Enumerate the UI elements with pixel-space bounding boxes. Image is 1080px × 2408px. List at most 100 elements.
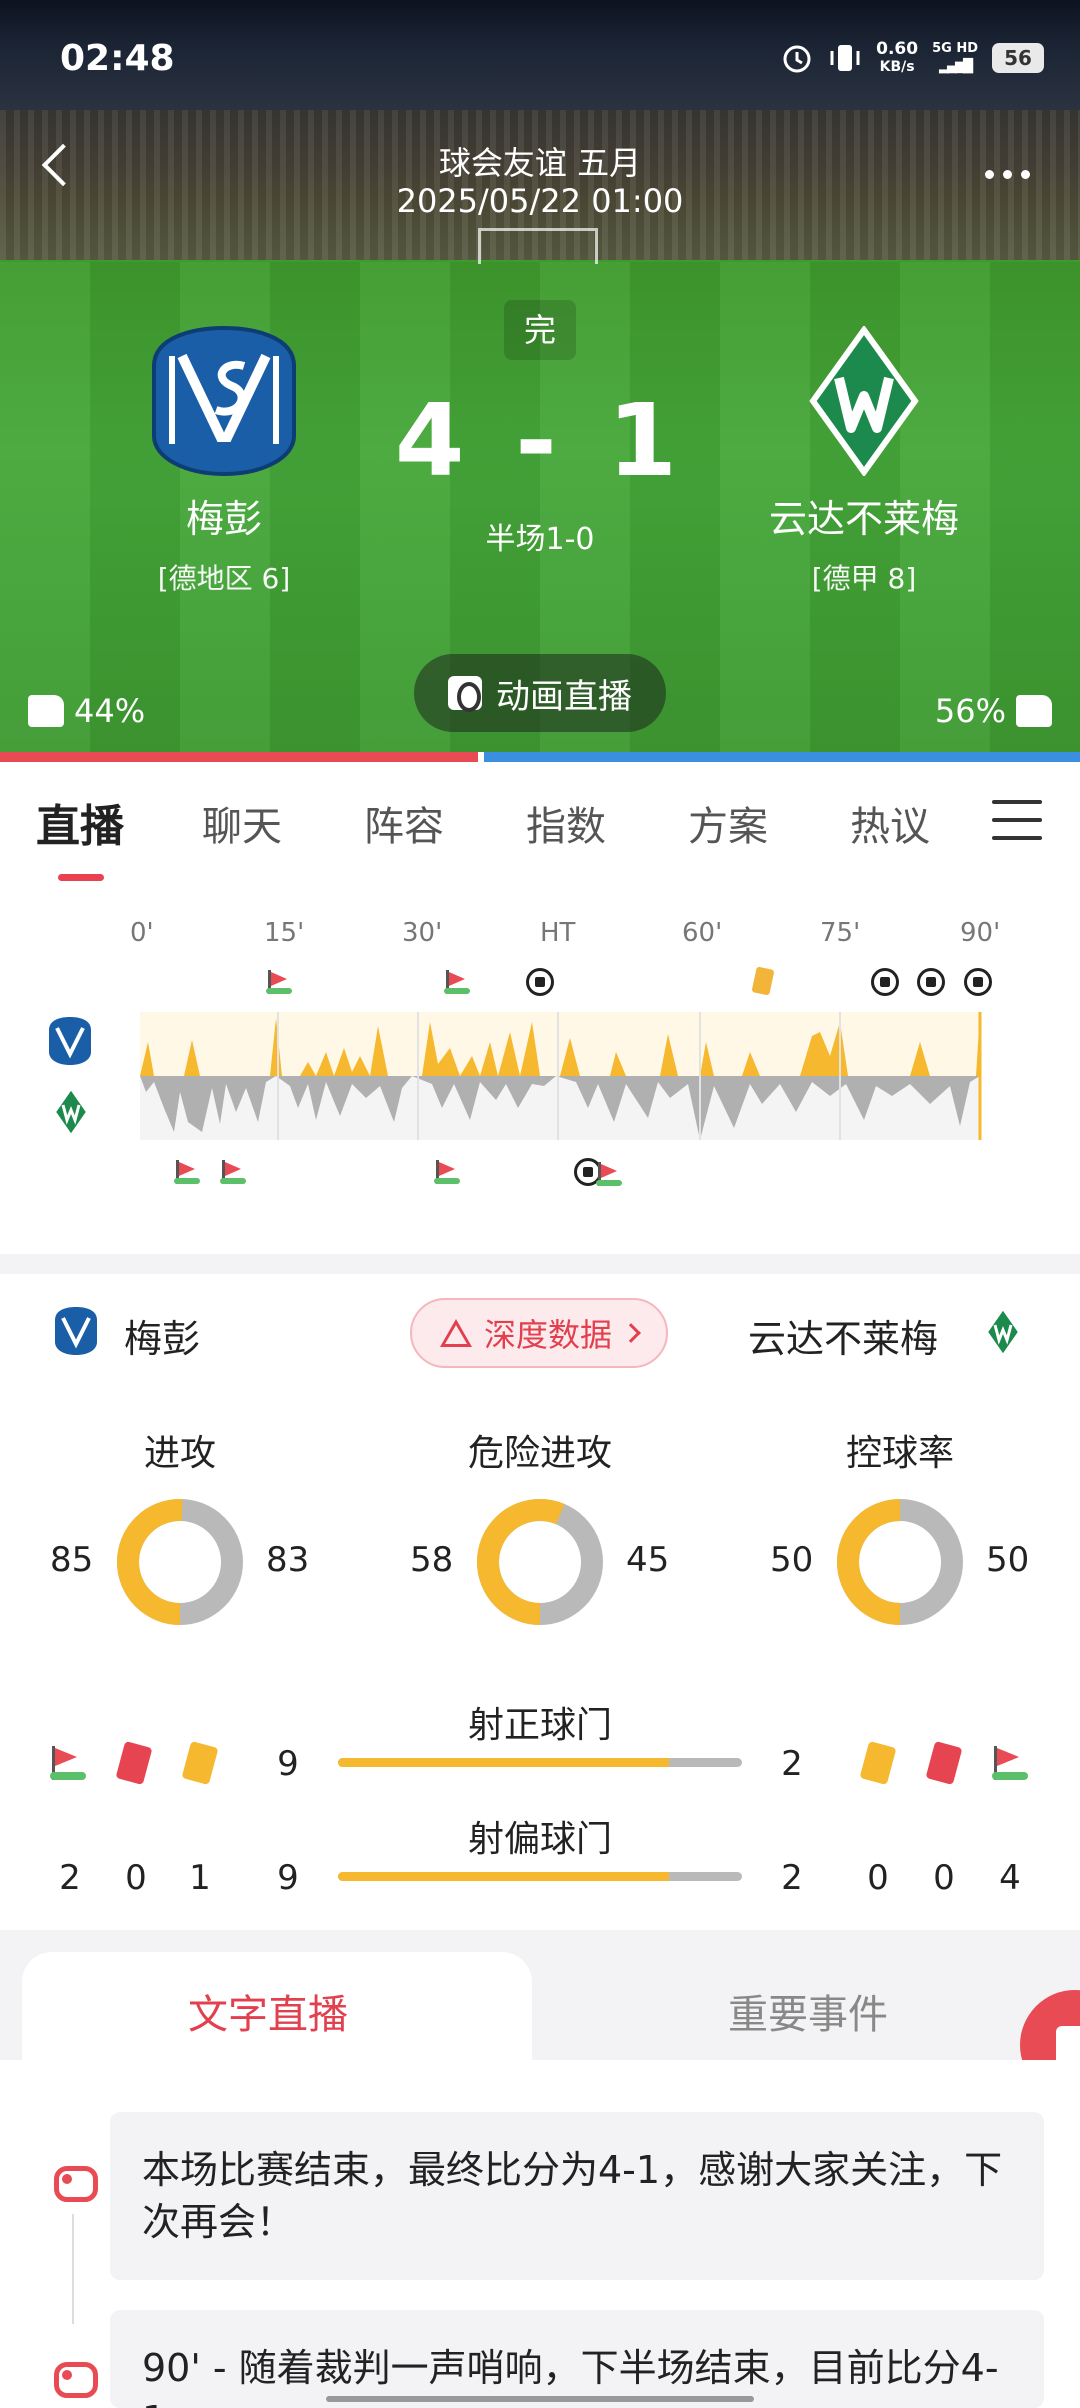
animation-live-label: 动画直播 xyxy=(496,676,632,717)
stats-away-name: 云达不莱梅 xyxy=(748,1317,939,1361)
menu-icon[interactable] xyxy=(992,800,1042,840)
net-speed-value: 0.60 xyxy=(876,39,919,59)
goal-ball-icon xyxy=(871,968,899,996)
match-datetime: 2025/05/22 01:00 xyxy=(396,182,684,220)
shots-off-away: 2 xyxy=(781,1858,803,1898)
shots-off-title: 射偏球门 xyxy=(467,1819,612,1860)
home-logo-small-icon xyxy=(48,1016,92,1066)
corner-flag-icon xyxy=(266,970,292,994)
tab-lineup[interactable]: 阵容 xyxy=(364,794,444,852)
tab-active-indicator xyxy=(58,874,104,881)
attack-away-value: 83 xyxy=(266,1540,310,1580)
away-team-logo xyxy=(809,324,919,478)
home-support-value: 44% xyxy=(74,692,146,730)
goal-ball-icon xyxy=(964,968,992,996)
away-team[interactable]: 云达不莱梅 [德甲 8] xyxy=(694,324,1034,597)
tab-text-live[interactable]: 文字直播 xyxy=(188,1982,348,2040)
away-logo-small-icon xyxy=(985,1307,1030,1358)
alarm-icon xyxy=(783,45,811,73)
thumbs-up-icon xyxy=(28,695,64,727)
corner-flag-icon xyxy=(992,1746,1028,1780)
home-yellow-count: 1 xyxy=(189,1858,211,1898)
away-yellow-count: 0 xyxy=(867,1858,889,1898)
deep-data-label: 深度数据 xyxy=(483,1316,612,1354)
timeline-label: 0' xyxy=(130,918,154,948)
network-speed: 0.60 KB/s xyxy=(876,40,918,76)
dangerous-attack-home-value: 58 xyxy=(410,1540,454,1580)
tab-discussion[interactable]: 热议 xyxy=(850,794,930,852)
timeline-label: 75' xyxy=(820,918,861,948)
shots-on-title: 射正球门 xyxy=(467,1705,612,1746)
away-red-count: 0 xyxy=(933,1858,955,1898)
goal-ball-icon xyxy=(526,968,554,996)
whistle-icon xyxy=(48,2346,98,2398)
stats-home-name: 梅彭 xyxy=(124,1317,201,1361)
stat-title-attack: 进攻 xyxy=(143,1433,216,1474)
away-support-bar xyxy=(484,752,1080,762)
home-team-name: 梅彭 xyxy=(185,497,262,541)
home-logo-small-icon xyxy=(54,1306,98,1356)
timeline-label: 15' xyxy=(264,918,305,948)
chevron-right-icon xyxy=(621,1323,641,1343)
possession-away-value: 50 xyxy=(986,1540,1030,1580)
yellow-card-icon xyxy=(751,966,775,996)
status-time: 02:48 xyxy=(60,38,175,79)
tab-key-events[interactable]: 重要事件 xyxy=(728,1982,888,2040)
shots-on-bar xyxy=(338,1758,742,1767)
animation-live-button[interactable]: 动画直播 xyxy=(414,654,666,732)
tab-live[interactable]: 直播 xyxy=(36,790,124,854)
dangerous-attack-away-value: 45 xyxy=(626,1540,670,1580)
home-corners-count: 2 xyxy=(59,1858,81,1898)
timeline-label: 60' xyxy=(682,918,723,948)
donut-possession xyxy=(837,1499,963,1625)
section-divider xyxy=(0,1254,1080,1274)
thumbs-up-icon xyxy=(1016,695,1052,727)
timeline-label: 30' xyxy=(402,918,443,948)
stat-title-possession: 控球率 xyxy=(845,1433,954,1474)
corner-flag-icon xyxy=(220,1160,246,1184)
competition-title: 球会友谊 五月 xyxy=(438,144,642,182)
tab-odds[interactable]: 指数 xyxy=(526,794,606,852)
vibrate-icon xyxy=(830,45,860,71)
donut-attack xyxy=(117,1499,243,1625)
signal-indicator: 5G HD ▂▄▆█ xyxy=(932,41,978,74)
timeline-label: HT xyxy=(540,918,576,948)
goal-frame xyxy=(478,228,598,264)
commentary-item: 本场比赛结束，最终比分为4-1，感谢大家关注，下次再会！ xyxy=(110,2112,1044,2280)
status-icons: 0.60 KB/s 5G HD ▂▄▆█ 56 xyxy=(780,40,1044,76)
commentary-item: 90' - 随着裁判一声哨响，下半场结束，目前比分4-1 xyxy=(110,2310,1044,2408)
home-team-league: [德地区 6] xyxy=(157,562,291,595)
shots-off-bar xyxy=(338,1872,742,1881)
home-support[interactable]: 44% xyxy=(28,692,145,730)
match-state-badge: 完 xyxy=(504,300,576,360)
momentum-chart xyxy=(140,1012,982,1140)
home-team[interactable]: 梅彭 [德地区 6] xyxy=(54,325,394,597)
tab-chat[interactable]: 聊天 xyxy=(202,794,282,852)
attack-home-value: 85 xyxy=(50,1540,94,1580)
corner-flag-icon xyxy=(444,970,470,994)
stat-title-dangerous-attack: 危险进攻 xyxy=(467,1433,612,1474)
shots-on-bar-fill xyxy=(338,1758,669,1767)
deep-data-button[interactable]: 深度数据 xyxy=(410,1298,668,1368)
away-support-value: 56% xyxy=(934,692,1006,730)
timeline-connector xyxy=(72,2214,74,2324)
home-indicator xyxy=(326,2396,754,2402)
away-team-name: 云达不莱梅 xyxy=(768,497,959,541)
away-corners-count: 4 xyxy=(999,1858,1021,1898)
tab-plan[interactable]: 方案 xyxy=(688,794,768,852)
shots-off-home: 9 xyxy=(277,1858,299,1898)
whistle-icon xyxy=(48,2150,98,2202)
away-logo-small-icon xyxy=(53,1087,98,1138)
shots-on-home: 9 xyxy=(277,1744,299,1784)
home-red-count: 0 xyxy=(125,1858,147,1898)
timeline-label: 90' xyxy=(960,918,1001,948)
net-speed-unit: KB/s xyxy=(879,59,915,75)
shots-off-bar-fill xyxy=(338,1872,669,1881)
shots-on-away: 2 xyxy=(781,1744,803,1784)
home-support-bar xyxy=(0,752,478,762)
battery-icon: 56 xyxy=(992,43,1044,73)
away-support[interactable]: 56% xyxy=(935,692,1052,730)
corner-flag-icon xyxy=(434,1160,460,1184)
net-type: 5G HD xyxy=(932,41,978,56)
home-team-logo xyxy=(152,325,296,477)
